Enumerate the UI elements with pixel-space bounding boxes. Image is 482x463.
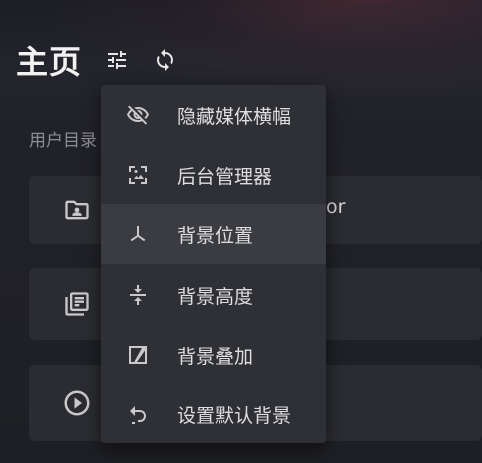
overlay-icon [125, 342, 151, 368]
sync-icon[interactable] [152, 47, 178, 73]
library-card-title-fragment: or [326, 196, 346, 218]
undo-icon [125, 401, 151, 427]
vertical-compress-icon [125, 282, 151, 308]
menu-item-label: 隐藏媒体横幅 [177, 105, 292, 128]
menu-item-label: 后台管理器 [177, 165, 273, 188]
menu-item-backdrop-overlay[interactable]: 背景叠加 [101, 325, 326, 385]
tune-icon[interactable] [104, 47, 130, 73]
menu-item-label: 背景叠加 [177, 345, 254, 368]
menu-item-backdrop-position[interactable]: 背景位置 [101, 204, 326, 264]
user-library-heading: 用户目录 [29, 131, 97, 151]
page-title: 主页 [16, 43, 83, 81]
page-header: 主页 [16, 38, 200, 82]
axis-icon [125, 221, 151, 247]
menu-item-label: 设置默认背景 [177, 404, 292, 427]
menu-item-backdrop-manager[interactable]: 后台管理器 [101, 145, 326, 205]
folder-account-icon [62, 195, 92, 225]
eye-off-icon [125, 102, 151, 128]
menu-item-label: 背景位置 [177, 224, 254, 247]
menu-item-label: 背景高度 [177, 285, 254, 308]
library-books-icon [62, 289, 92, 319]
menu-item-set-default-backdrop[interactable]: 设置默认背景 [101, 384, 326, 443]
backdrop-art [300, 0, 482, 38]
image-frame-icon [125, 162, 151, 188]
header-options-menu: 隐藏媒体横幅 后台管理器 背景位置 背景高度 背景叠加 设置默认背景 [101, 85, 326, 443]
menu-item-backdrop-height[interactable]: 背景高度 [101, 265, 326, 325]
menu-item-hide-media-banner[interactable]: 隐藏媒体横幅 [101, 85, 326, 145]
app-root: 主页 用户目录 or 隐藏媒体横幅 后台管理器 背景位置 背景高度 背景叠加 设… [0, 0, 482, 463]
play-circle-icon [62, 388, 92, 418]
